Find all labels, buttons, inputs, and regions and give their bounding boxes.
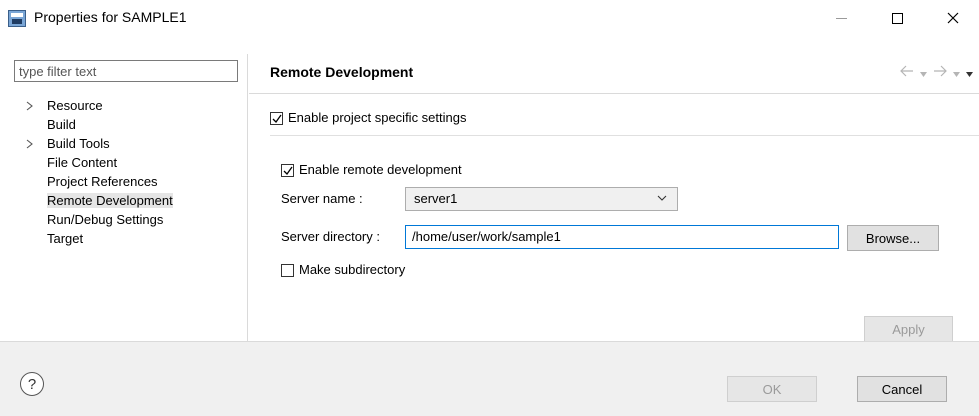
close-icon — [947, 12, 959, 24]
page-header: Remote Development — [249, 54, 979, 94]
left-pane: Resource Build Build Tools File Content … — [0, 54, 248, 341]
expand-chevron-icon[interactable] — [26, 96, 36, 115]
checkmark-icon — [283, 166, 293, 176]
tree-item-project-references[interactable]: Project References — [20, 172, 173, 191]
tree-item-build-tools[interactable]: Build Tools — [20, 134, 173, 153]
server-directory-value: /home/user/work/sample1 — [412, 229, 561, 244]
tree-item-resource[interactable]: Resource — [20, 96, 173, 115]
tree-item-label: Run/Debug Settings — [47, 212, 164, 227]
window-title: Properties for SAMPLE1 — [34, 9, 187, 25]
browse-button[interactable]: Browse... — [847, 225, 939, 251]
back-dropdown-icon[interactable] — [920, 65, 927, 80]
server-name-label: Server name : — [281, 191, 363, 206]
enable-project-settings-row[interactable]: Enable project specific settings — [270, 110, 467, 126]
server-directory-input[interactable]: /home/user/work/sample1 — [405, 225, 839, 249]
chevron-down-icon — [657, 195, 667, 201]
checkmark-icon — [272, 114, 282, 124]
tree-item-remote-development[interactable]: Remote Development — [20, 191, 173, 210]
make-subdirectory-row[interactable]: Make subdirectory — [281, 262, 406, 278]
property-tree: Resource Build Build Tools File Content … — [20, 96, 173, 248]
tree-item-target[interactable]: Target — [20, 229, 173, 248]
app-icon — [8, 10, 26, 27]
expand-chevron-icon[interactable] — [26, 134, 36, 153]
maximize-button[interactable] — [874, 0, 920, 36]
minimize-button[interactable] — [818, 0, 864, 36]
dialog-footer: ? OK Cancel — [0, 341, 979, 416]
view-menu-icon[interactable] — [966, 65, 973, 80]
make-subdirectory-checkbox[interactable] — [281, 264, 294, 278]
forward-arrow-icon[interactable] — [933, 65, 947, 80]
tree-item-label: Resource — [47, 98, 103, 113]
page-title: Remote Development — [270, 64, 414, 80]
tree-item-label: File Content — [47, 155, 118, 170]
enable-remote-checkbox[interactable] — [281, 164, 294, 178]
enable-remote-row[interactable]: Enable remote development — [281, 162, 462, 178]
server-name-value: server1 — [414, 191, 458, 206]
tree-item-build[interactable]: Build — [20, 115, 173, 134]
enable-project-settings-checkbox[interactable] — [270, 112, 283, 126]
server-directory-label: Server directory : — [281, 229, 380, 244]
tree-item-run-debug-settings[interactable]: Run/Debug Settings — [20, 210, 173, 229]
help-icon[interactable]: ? — [20, 372, 44, 396]
right-pane: Remote Development Enable project specif… — [249, 54, 979, 342]
minimize-icon — [835, 17, 847, 19]
forward-dropdown-icon[interactable] — [953, 65, 960, 80]
enable-project-settings-label: Enable project specific settings — [288, 110, 467, 125]
maximize-icon — [891, 12, 903, 24]
server-name-select[interactable]: server1 — [405, 187, 678, 211]
separator — [270, 135, 979, 136]
tree-item-label: Project References — [47, 174, 158, 189]
make-subdirectory-label: Make subdirectory — [299, 262, 406, 277]
tree-item-label: Remote Development — [47, 193, 173, 208]
tree-item-label: Target — [47, 231, 84, 246]
history-nav — [900, 65, 973, 80]
filter-input[interactable] — [14, 60, 238, 82]
title-bar: Properties for SAMPLE1 — [0, 0, 979, 36]
back-arrow-icon[interactable] — [900, 65, 914, 80]
cancel-button[interactable]: Cancel — [857, 376, 947, 402]
tree-item-label: Build Tools — [47, 136, 110, 151]
tree-item-label: Build — [47, 117, 76, 132]
tree-item-file-content[interactable]: File Content — [20, 153, 173, 172]
apply-button[interactable]: Apply — [864, 316, 953, 342]
ok-button[interactable]: OK — [727, 376, 817, 402]
close-button[interactable] — [930, 0, 976, 36]
enable-remote-label: Enable remote development — [299, 162, 462, 177]
